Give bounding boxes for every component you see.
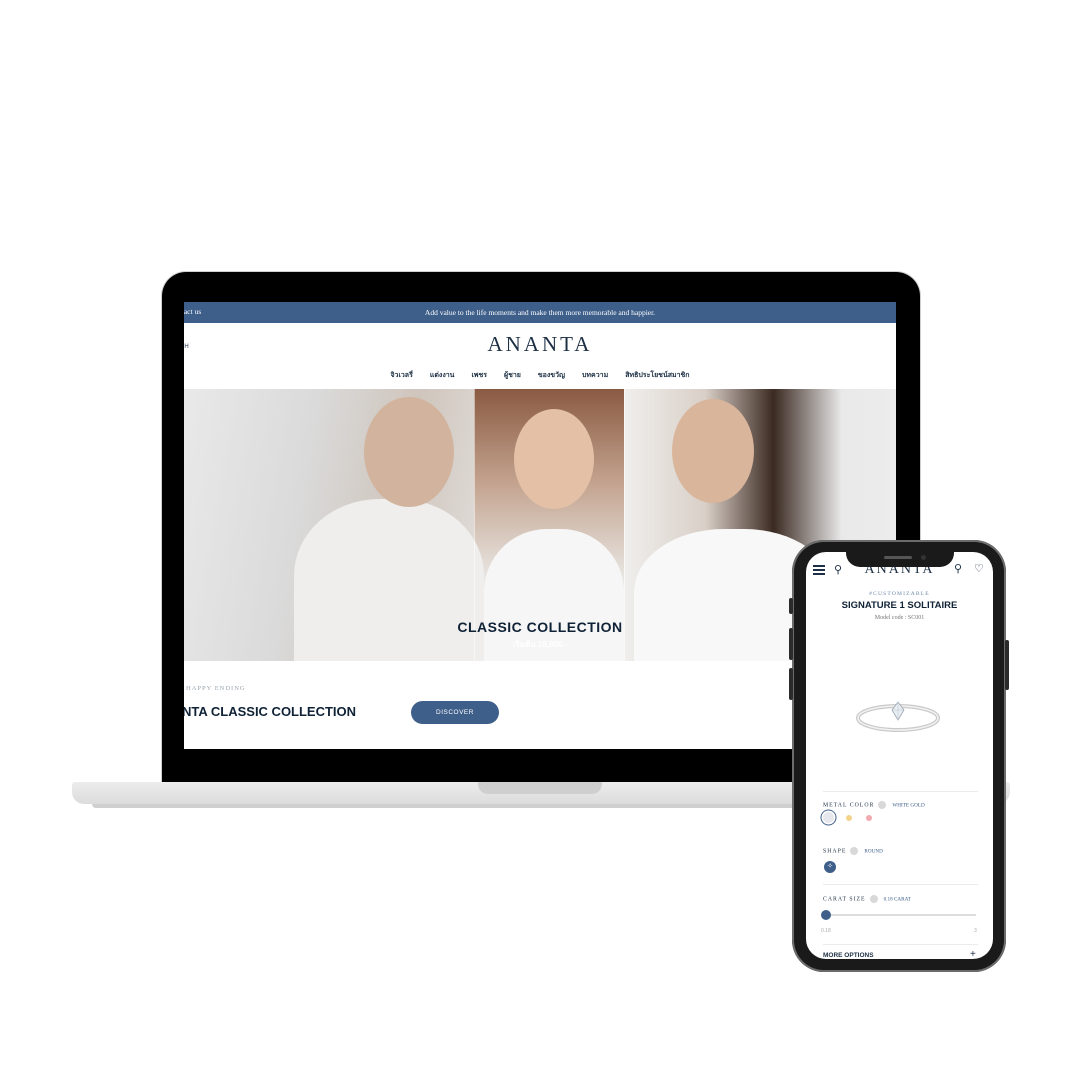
phone-side-button: [1005, 640, 1009, 690]
metal-color-title: METAL COLOR: [823, 802, 875, 809]
carat-size-label: CARAT SIZE 0.18 CARAT: [823, 895, 911, 903]
swatch-yellow-gold[interactable]: [846, 815, 852, 821]
nav-item-gift[interactable]: ของขวัญ: [538, 370, 565, 381]
location-pin-icon[interactable]: ⚲: [954, 562, 962, 575]
discover-button[interactable]: DISCOVER: [411, 701, 499, 724]
model-face-left: [364, 397, 454, 507]
shape-label: SHAPE ROUND: [823, 847, 883, 855]
nav-item-articles[interactable]: บทความ: [582, 370, 608, 381]
nav-item-jewelry[interactable]: จิวเวลรี่: [390, 370, 412, 381]
swatch-rose-gold[interactable]: [866, 815, 872, 821]
phone-speaker: [884, 556, 912, 559]
model-code: Model code : SC001: [874, 615, 925, 621]
model-face-right: [672, 399, 754, 503]
nav-item-diamond[interactable]: เพชร: [471, 370, 487, 381]
model-body-left: [294, 499, 484, 661]
carat-slider-handle[interactable]: [821, 910, 831, 920]
carat-slider-track[interactable]: [826, 914, 976, 916]
promo-text: Add value to the life moments and make t…: [424, 308, 656, 317]
phone-camera: [921, 555, 926, 560]
laptop-trackpad-notch: [478, 782, 602, 794]
swatch-white-gold[interactable]: [823, 812, 834, 823]
carat-value: 0.18 CARAT: [883, 896, 911, 903]
carat-max: 3: [974, 928, 977, 934]
nav-item-member-benefits[interactable]: สิทธิประโยชน์สมาชิก: [625, 370, 689, 381]
more-options-button[interactable]: MORE OPTIONS: [823, 952, 874, 959]
product-title: SIGNATURE 1 SOLITAIRE: [841, 600, 958, 611]
carat-title: CARAT SIZE: [823, 896, 866, 903]
help-icon[interactable]: [878, 801, 887, 809]
nav-item-men[interactable]: ผู้ชาย: [504, 370, 521, 381]
round-shape-icon[interactable]: ✧: [824, 861, 836, 873]
section-title: NTA CLASSIC COLLECTION: [184, 704, 357, 719]
shape-value: ROUND: [864, 848, 883, 855]
divider: [823, 944, 978, 945]
nav-item-wedding[interactable]: แต่งงาน: [430, 370, 455, 381]
ring-image: [856, 701, 940, 732]
product-eyebrow: #CUSTOMIZABLE: [869, 591, 930, 597]
heart-icon[interactable]: ♡: [974, 562, 984, 575]
divider: [823, 791, 978, 792]
phone-side-button: [789, 668, 793, 700]
mobile-product-page: ⚲ ANANTA ⚲ ♡ #CUSTOMIZABLE SIGNATURE 1 S…: [806, 552, 993, 959]
metal-color-label: METAL COLOR WHITE GOLD: [823, 801, 925, 809]
section-eyebrow: HAPPY ENDING: [186, 685, 246, 692]
main-nav: จิวเวลรี่ แต่งงาน เพชร ผู้ชาย ของขวัญ บท…: [184, 370, 896, 381]
divider: [823, 884, 978, 885]
phone-side-button: [789, 598, 793, 614]
help-icon[interactable]: [869, 895, 878, 903]
help-icon[interactable]: [850, 847, 859, 855]
hero-banner[interactable]: CLASSIC COLLECTION เริ่มต้น 18,800.-: [184, 389, 896, 661]
announcement-bar: ntact us Add value to the life moments a…: [184, 302, 896, 323]
carat-min: 0.18: [821, 928, 831, 934]
phone-side-button: [789, 628, 793, 660]
metal-color-value: WHITE GOLD: [892, 802, 925, 809]
plus-icon[interactable]: +: [970, 949, 976, 959]
site-logo[interactable]: ANANTA: [184, 332, 896, 357]
shape-title: SHAPE: [823, 848, 847, 855]
model-face-center: [514, 409, 594, 509]
